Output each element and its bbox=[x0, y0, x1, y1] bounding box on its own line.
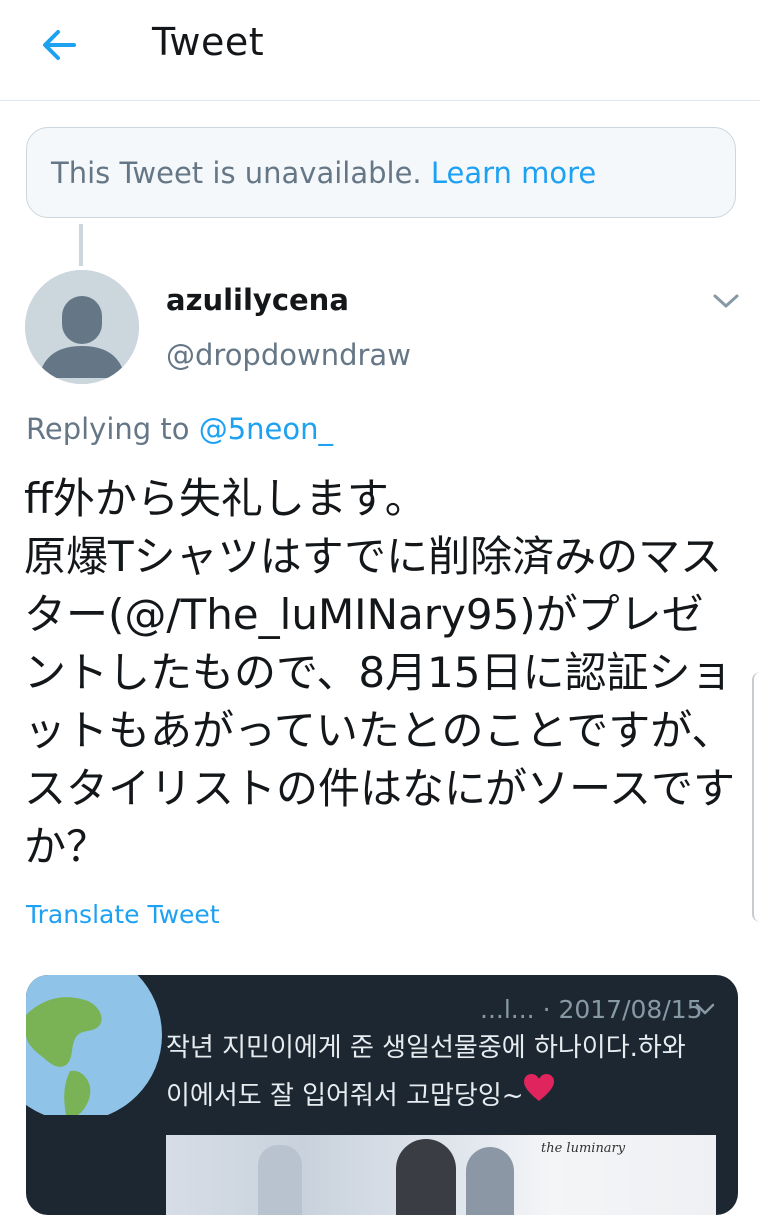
replying-to-line: Replying to @5neon_ bbox=[26, 412, 333, 446]
translate-tweet-link[interactable]: Translate Tweet bbox=[26, 900, 220, 929]
media-chevron-down-icon bbox=[695, 1003, 715, 1015]
avatar[interactable] bbox=[25, 270, 139, 384]
replying-to-mention[interactable]: @5neon_ bbox=[199, 412, 333, 446]
author-handle[interactable]: @dropdowndraw bbox=[166, 338, 411, 372]
media-text-line-2: 이에서도 잘 입어줘서 고맙당잉~ bbox=[166, 1081, 524, 1111]
photo-figure bbox=[396, 1139, 456, 1215]
tweet-media-image[interactable]: ...l... · 2017/08/15 작년 지민이에게 준 생일선물중에 하… bbox=[26, 975, 738, 1215]
default-avatar-icon bbox=[25, 270, 139, 384]
replying-to-prefix: Replying to bbox=[26, 412, 190, 446]
author-display-name[interactable]: azulilycena bbox=[166, 283, 349, 317]
media-embedded-photo: the luminary bbox=[166, 1135, 716, 1215]
unavailable-tweet-notice: This Tweet is unavailable. Learn more bbox=[26, 127, 736, 218]
top-bar: Tweet bbox=[0, 0, 760, 101]
photo-figure bbox=[258, 1145, 302, 1215]
unavailable-message: This Tweet is unavailable. bbox=[51, 156, 422, 190]
media-text-line-1: 작년 지민이에게 준 생일선물중에 하나이다.하와 bbox=[166, 1033, 686, 1063]
media-date: ...l... · 2017/08/15 bbox=[480, 995, 703, 1024]
tweet-text: ff外から失礼します。 原爆Tシャツはすでに削除済みのマスター(@/The_lu… bbox=[24, 474, 736, 871]
photo-label: the luminary bbox=[541, 1141, 626, 1156]
photo-figure bbox=[466, 1147, 514, 1215]
arrow-left-icon[interactable] bbox=[38, 24, 80, 66]
unavailable-message-row: This Tweet is unavailable. Learn more bbox=[51, 156, 596, 190]
learn-more-link[interactable]: Learn more bbox=[431, 156, 596, 190]
globe-avatar-icon bbox=[26, 975, 162, 1115]
scrollbar[interactable] bbox=[752, 672, 760, 922]
thread-connector-line bbox=[79, 224, 83, 266]
heart-icon bbox=[524, 1074, 554, 1101]
chevron-down-icon[interactable] bbox=[710, 288, 742, 314]
page-title: Tweet bbox=[152, 20, 265, 64]
